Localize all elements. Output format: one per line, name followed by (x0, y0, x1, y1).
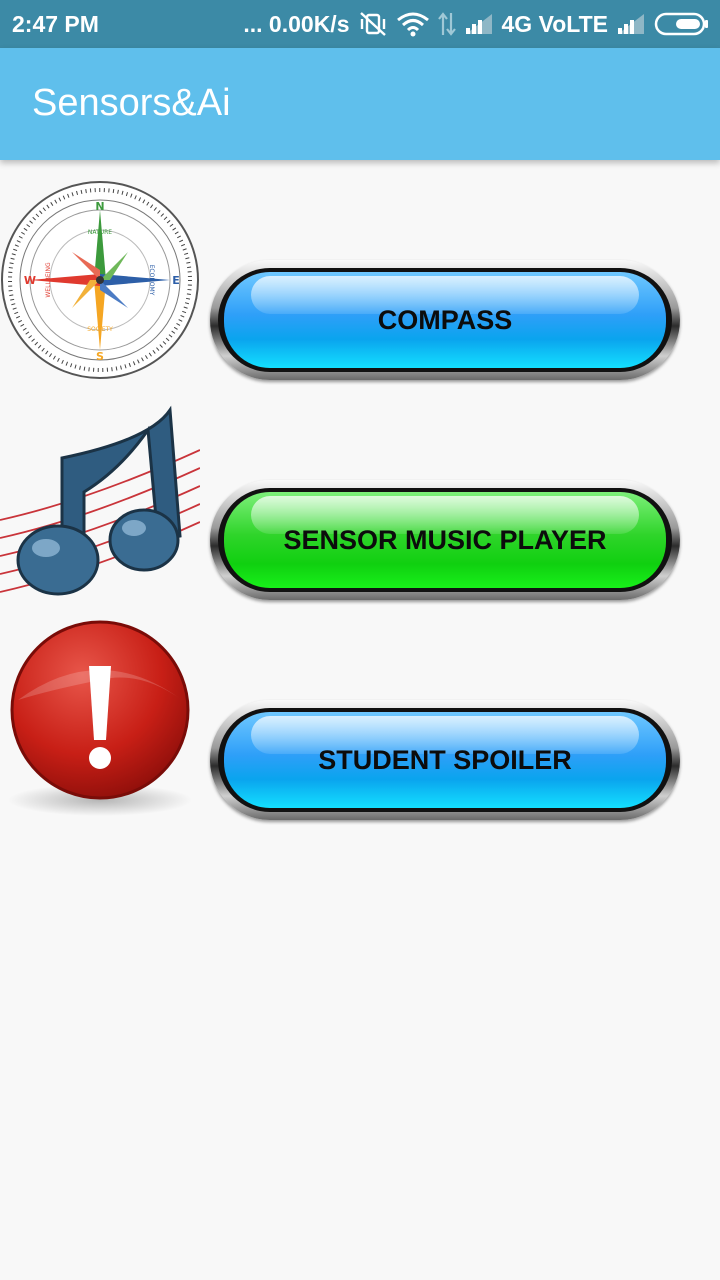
music-player-button-label: SENSOR MUSIC PLAYER (283, 524, 607, 555)
signal-icon (618, 14, 644, 34)
vibrate-off-icon (359, 12, 386, 36)
app-bar: Sensors&Ai (0, 48, 720, 160)
signal-icon (465, 14, 492, 34)
compass-right-ring-label: ECONOMY (148, 265, 155, 296)
compass-east-label: E (172, 274, 180, 287)
wifi-icon (396, 12, 429, 37)
compass-button[interactable]: COMPASS (224, 272, 666, 368)
battery-icon (654, 12, 708, 36)
music-player-button-frame: SENSOR MUSIC PLAYER (210, 480, 680, 600)
compass-button-frame: COMPASS (210, 260, 680, 380)
compass-icon: N S E W NATURE SOCIETY ECONOMY WELLBEING (1, 181, 199, 379)
data-arrows-icon (437, 12, 456, 36)
sensor-music-player-button[interactable]: SENSOR MUSIC PLAYER (224, 492, 666, 588)
compass-button-label: COMPASS (377, 304, 513, 335)
status-time: 2:47 PM (12, 11, 99, 37)
network-type: 4G VoLTE (501, 10, 609, 37)
compass-left-ring-label: WELLBEING (45, 262, 52, 298)
compass-north-label: N (95, 200, 104, 213)
exclamation-icon (8, 620, 192, 816)
student-spoiler-button[interactable]: STUDENT SPOILER (224, 712, 666, 808)
student-spoiler-button-label: STUDENT SPOILER (318, 744, 572, 775)
status-icons: ... 0.00K/s 4G VoLTE (243, 9, 710, 39)
compass-bottom-ring-label: SOCIETY (87, 326, 113, 333)
compass-top-ring-label: NATURE (88, 229, 112, 236)
student-spoiler-button-frame: STUDENT SPOILER (210, 700, 680, 820)
music-note-icon (0, 405, 200, 596)
status-bar: 2:47 PM ... 0.00K/s 4G VoLTE (0, 0, 720, 48)
network-speed: ... 0.00K/s (243, 10, 350, 37)
compass-south-label: S (96, 350, 104, 363)
app-title: Sensors&Ai (32, 82, 231, 124)
compass-west-label: W (24, 274, 36, 287)
